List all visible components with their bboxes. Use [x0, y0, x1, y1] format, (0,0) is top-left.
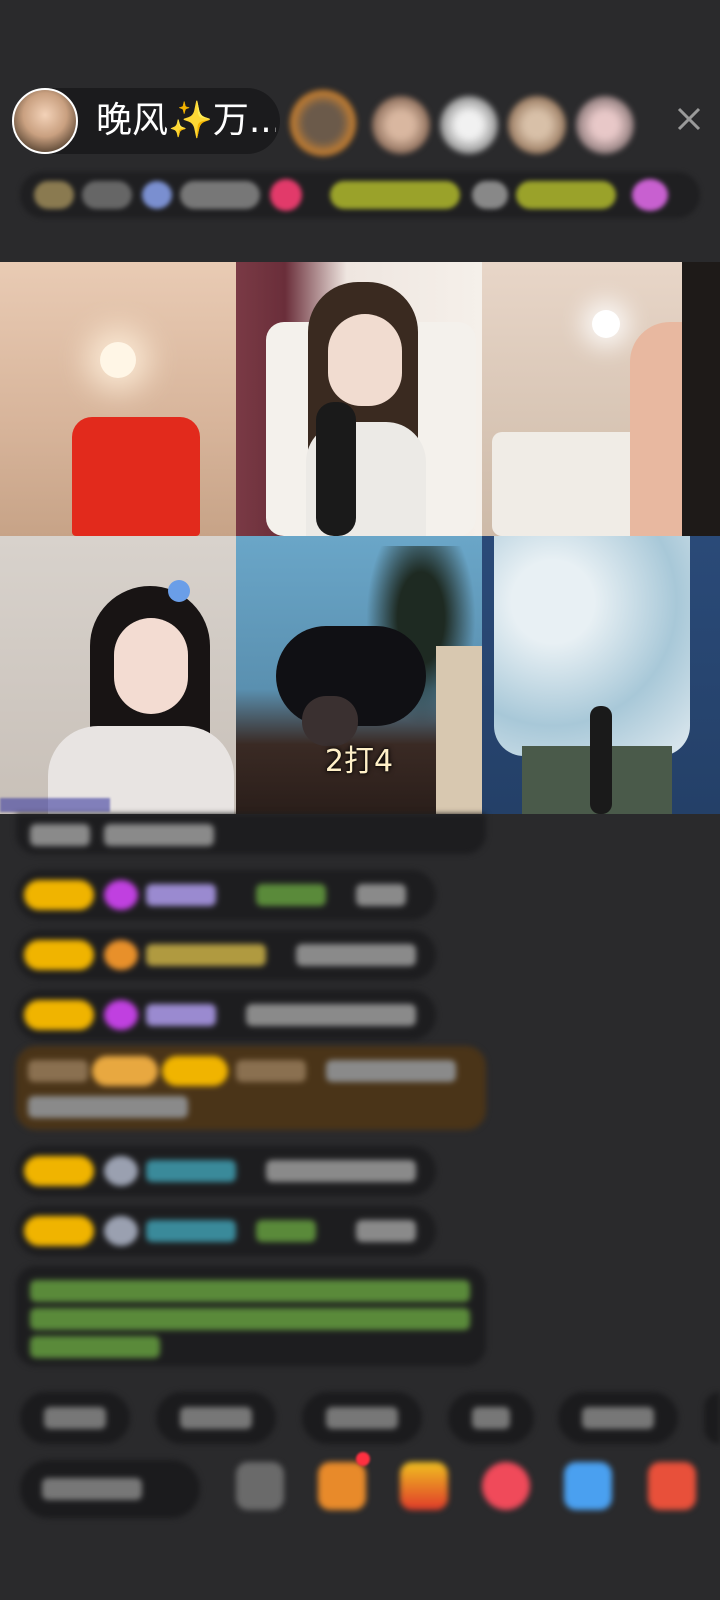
game-icon[interactable] — [564, 1462, 612, 1510]
video-tile-2[interactable] — [236, 262, 482, 536]
treasure-icon[interactable] — [400, 1462, 448, 1510]
top-viewer-avatar-4[interactable] — [508, 96, 566, 154]
microphone-icon — [590, 706, 612, 814]
lamp-light — [100, 342, 136, 378]
close-icon[interactable] — [670, 104, 708, 142]
gift-icon[interactable] — [648, 1462, 696, 1510]
chat-message — [16, 870, 436, 920]
system-notice — [16, 1266, 486, 1366]
host-avatar[interactable] — [12, 88, 78, 154]
quick-reply-chip[interactable] — [20, 1392, 130, 1444]
room-stats-bar[interactable] — [20, 172, 700, 218]
video-tile-4[interactable] — [0, 536, 236, 814]
sofa — [492, 432, 652, 536]
lottery-icon[interactable] — [482, 1462, 530, 1510]
chat-message — [16, 1206, 436, 1256]
quick-reply-chip[interactable] — [448, 1392, 534, 1444]
emoji-icon[interactable] — [236, 1462, 284, 1510]
tile-caption — [0, 798, 110, 812]
person-face — [328, 314, 402, 406]
chat-message-highlight — [16, 1046, 486, 1130]
gift-box-icon[interactable] — [318, 1462, 366, 1510]
lamp-light — [592, 310, 620, 338]
host-name: 晚风✨万... — [96, 100, 276, 141]
video-tile-1[interactable] — [0, 262, 236, 536]
quick-reply-chip[interactable] — [704, 1392, 720, 1444]
chat-input[interactable] — [20, 1460, 200, 1518]
flower-clip-icon — [168, 580, 190, 602]
chat-message — [16, 930, 436, 980]
person-face — [114, 618, 188, 714]
shelf — [436, 646, 482, 814]
person-hair — [682, 262, 720, 536]
top-viewer-avatar-5[interactable] — [576, 96, 634, 154]
host-info-pill[interactable]: 晚风✨万... — [12, 88, 280, 154]
video-tile-3[interactable] — [482, 262, 720, 536]
chat-message — [16, 990, 436, 1040]
video-tile-6[interactable] — [482, 536, 720, 814]
video-tile-5[interactable]: 2打4 — [236, 536, 482, 814]
quick-reply-chip[interactable] — [558, 1392, 678, 1444]
quick-reply-chip[interactable] — [156, 1392, 276, 1444]
person-sleeve — [316, 402, 356, 536]
chat-message — [16, 1146, 436, 1196]
quick-reply-chip[interactable] — [302, 1392, 422, 1444]
tile-label: 2打4 — [324, 744, 394, 779]
top-viewer-avatar-3[interactable] — [440, 96, 498, 154]
chat-message — [16, 814, 486, 854]
top-viewer-avatar-2[interactable] — [372, 96, 430, 154]
notification-dot — [356, 1452, 370, 1466]
red-chair — [72, 417, 200, 536]
top-viewer-avatar-1[interactable] — [290, 90, 356, 156]
